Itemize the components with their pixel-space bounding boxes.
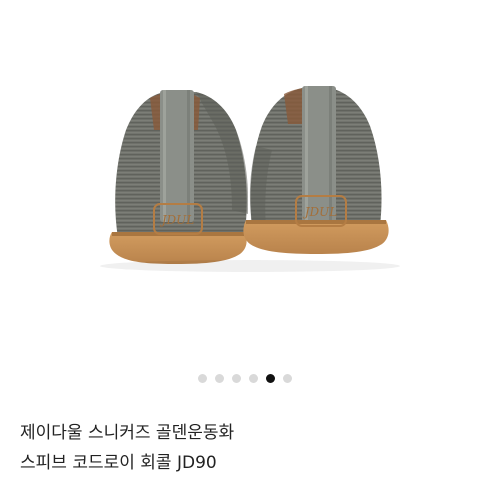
ground-shadow [100, 260, 400, 272]
svg-text:JDUL: JDUL [159, 213, 195, 227]
product-image[interactable]: JDUL JDUL [0, 0, 490, 360]
sneaker-illustration: JDUL JDUL [100, 86, 400, 272]
svg-text:JDUL: JDUL [302, 205, 338, 219]
carousel-dot-4[interactable] [249, 373, 258, 383]
carousel-dot-5-active[interactable] [266, 373, 275, 383]
product-title: 제이다울 스니커즈 골덴운동화 스피브 코드로이 회콜 JD90 [20, 418, 480, 478]
left-shoe: JDUL [109, 90, 248, 264]
carousel-dot-6[interactable] [283, 373, 292, 383]
product-title-line-2: 스피브 코드로이 회콜 JD90 [20, 453, 217, 473]
carousel-dot-3[interactable] [232, 373, 241, 383]
right-shoe: JDUL [243, 86, 389, 254]
product-title-line-1: 제이다울 스니커즈 골덴운동화 [20, 423, 235, 443]
carousel-dot-2[interactable] [215, 373, 224, 383]
image-carousel-indicator [0, 372, 490, 384]
carousel-dot-1[interactable] [198, 373, 207, 383]
